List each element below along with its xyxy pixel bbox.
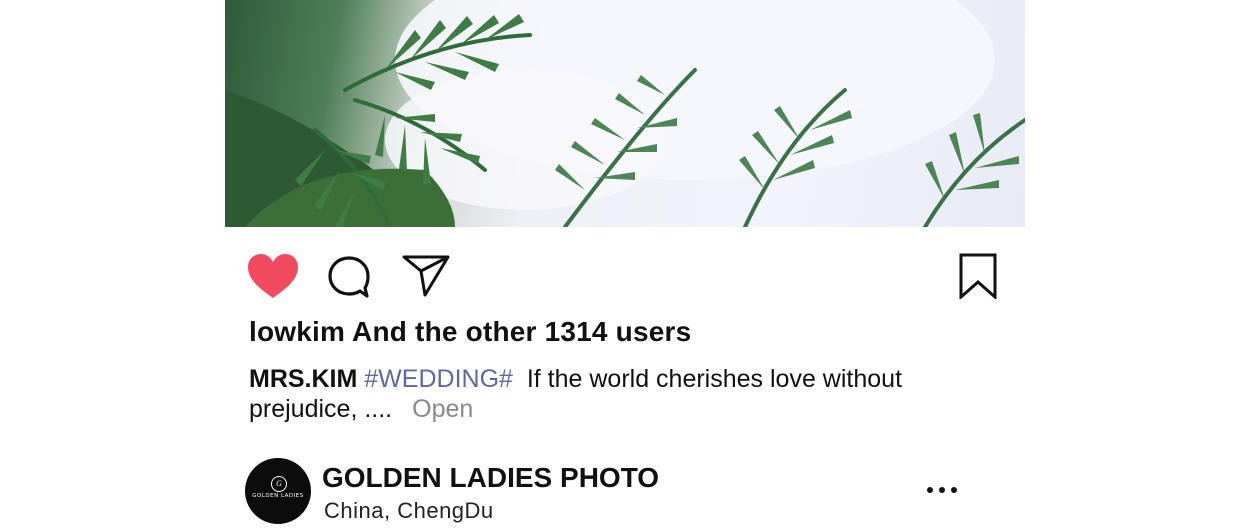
post-caption: MRS.KIM #WEDDING# If the world cherishes… (249, 364, 969, 424)
likes-summary[interactable]: lowkim And the other 1314 users (249, 316, 691, 348)
comment-icon[interactable] (327, 255, 371, 299)
more-dot (951, 487, 957, 493)
caption-hashtag[interactable]: #WEDDING# (364, 365, 513, 393)
avatar-monogram: G (271, 476, 287, 492)
post-image[interactable] (225, 0, 1025, 227)
avatar-brand: GOLDEN LADIES (252, 493, 304, 499)
send-icon[interactable] (401, 254, 451, 298)
post-image-art (225, 0, 1025, 227)
avatar[interactable]: G GOLDEN LADIES (245, 458, 311, 524)
heart-icon[interactable] (248, 254, 298, 300)
more-dot (927, 487, 933, 493)
account-name[interactable]: GOLDEN LADIES PHOTO (322, 462, 659, 494)
post-actions (0, 248, 1250, 304)
bookmark-icon[interactable] (958, 253, 998, 299)
account-row: G GOLDEN LADIES GOLDEN LADIES PHOTO Chin… (245, 458, 1005, 528)
more-icon[interactable] (927, 480, 957, 500)
caption-username[interactable]: MRS.KIM (249, 365, 357, 393)
account-location[interactable]: China, ChengDu (324, 498, 494, 524)
caption-open-link[interactable]: Open (412, 395, 473, 423)
more-dot (939, 487, 945, 493)
